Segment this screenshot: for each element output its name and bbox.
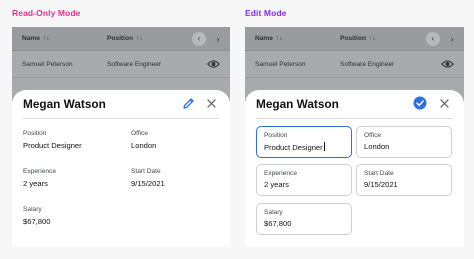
- sort-icon[interactable]: ↑↓: [369, 35, 376, 42]
- start-date-input[interactable]: Start Date 9/15/2021: [356, 164, 452, 196]
- chevron-right-icon[interactable]: ›: [445, 32, 459, 46]
- read-only-panel: Name ↑↓ Position ↑↓ ‹ › Samuel Peterson So…: [12, 27, 230, 247]
- edit-panel: Name ↑↓ Position ↑↓ ‹ › Samuel Peterson So…: [245, 27, 464, 247]
- experience-field: Experience 2 years: [23, 168, 56, 188]
- field-label: Experience: [264, 170, 297, 177]
- edit-sheet: Megan Watson Position Product Designer O…: [245, 90, 464, 247]
- row-name: Samuel Peterson: [22, 61, 73, 68]
- field-value: $67,800: [23, 217, 51, 226]
- experience-input[interactable]: Experience 2 years: [256, 164, 352, 196]
- salary-input-value: $67,800: [264, 219, 292, 228]
- salary-input[interactable]: Salary $67,800: [256, 203, 352, 235]
- table-row[interactable]: Samuel Peterson Software Engineer: [12, 52, 230, 78]
- field-label: Office: [131, 130, 149, 137]
- column-header-name[interactable]: Name ↑↓: [22, 35, 50, 42]
- chevron-left-icon[interactable]: ‹: [426, 32, 440, 46]
- field-label: Salary: [23, 206, 42, 213]
- column-header-position[interactable]: Position ↑↓: [340, 35, 376, 42]
- close-icon[interactable]: [438, 97, 451, 110]
- detail-sheet: Megan Watson Position Product Designer O…: [12, 90, 230, 247]
- close-icon[interactable]: [205, 97, 218, 110]
- sort-icon[interactable]: ↑↓: [43, 35, 50, 42]
- table-row[interactable]: Samuel Peterson Software Engineer: [245, 52, 464, 78]
- table-header: Name ↑↓ Position ↑↓ ‹ ›: [245, 27, 464, 51]
- save-check-icon[interactable]: [413, 96, 427, 110]
- field-value: 2 years: [23, 179, 48, 188]
- chevron-left-icon[interactable]: ‹: [192, 32, 206, 46]
- position-input-value: Product Designer: [264, 143, 323, 152]
- field-label: Position: [23, 130, 47, 137]
- edit-mode-heading: Edit Mode: [245, 8, 287, 18]
- office-input-value: London: [364, 142, 390, 151]
- start-date-input-value: 9/15/2021: [364, 180, 398, 189]
- eye-icon[interactable]: [207, 59, 220, 69]
- sort-icon[interactable]: ↑↓: [136, 35, 143, 42]
- field-value: London: [131, 141, 157, 150]
- field-label: Start Date: [364, 170, 394, 177]
- person-name: Megan Watson: [256, 97, 339, 111]
- column-header-name[interactable]: Name ↑↓: [255, 35, 283, 42]
- office-input[interactable]: Office London: [356, 126, 452, 158]
- position-input[interactable]: Position Product Designer: [256, 126, 352, 158]
- row-position: Software Engineer: [107, 61, 162, 68]
- field-label: Office: [364, 132, 382, 139]
- start-date-field: Start Date 9/15/2021: [131, 168, 165, 188]
- eye-icon[interactable]: [441, 59, 454, 69]
- experience-input-value: 2 years: [264, 180, 289, 189]
- field-value: Product Designer: [23, 141, 82, 150]
- text-caret: [323, 142, 325, 151]
- row-name: Samuel Peterson: [255, 61, 306, 68]
- field-label: Experience: [23, 168, 56, 175]
- salary-field: Salary $67,800: [23, 206, 50, 226]
- read-only-mode-heading: Read-Only Mode: [12, 8, 81, 18]
- sort-icon[interactable]: ↑↓: [276, 35, 283, 42]
- row-position: Software Engineer: [340, 61, 395, 68]
- chevron-right-icon[interactable]: ›: [211, 32, 225, 46]
- field-value: 9/15/2021: [131, 179, 165, 188]
- person-name: Megan Watson: [23, 97, 106, 111]
- divider: [23, 118, 219, 119]
- field-label: Position: [264, 132, 288, 139]
- divider: [256, 118, 453, 119]
- edit-pencil-icon[interactable]: [182, 97, 195, 110]
- field-label: Salary: [264, 209, 283, 216]
- office-field: Office London: [131, 130, 156, 150]
- field-label: Start Date: [131, 168, 161, 175]
- column-header-position[interactable]: Position ↑↓: [107, 35, 143, 42]
- table-header: Name ↑↓ Position ↑↓ ‹ ›: [12, 27, 230, 51]
- position-field: Position Product Designer: [23, 130, 82, 150]
